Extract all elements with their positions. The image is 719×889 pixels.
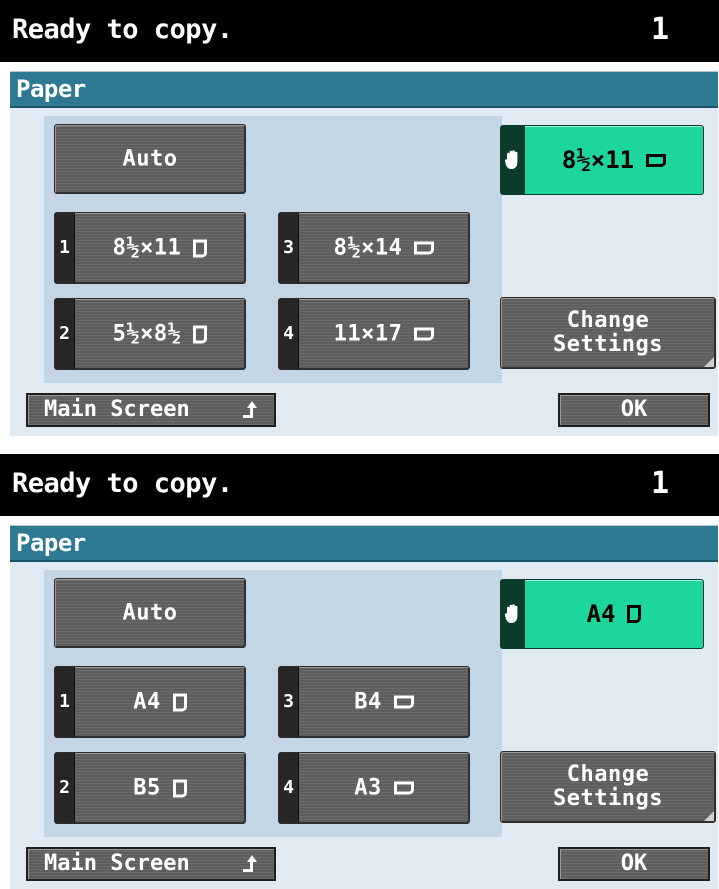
paper-panel: Paper Auto A4 1 A4 3 B4 2 B5 4 A3 Change… <box>10 525 718 889</box>
return-arrow-icon <box>243 401 257 418</box>
paper-landscape-icon <box>393 781 414 795</box>
tray-number: 4 <box>279 753 299 823</box>
tray-number: 3 <box>279 213 299 283</box>
hand-icon <box>504 150 518 169</box>
tray-number: 3 <box>279 667 299 737</box>
paper-landscape-icon <box>414 241 435 255</box>
status-bar: Ready to copy. 1 <box>0 454 719 516</box>
tray-1-button[interactable]: 1 8½×11 <box>54 212 246 284</box>
tray-2-button[interactable]: 2 5½×8½ <box>54 298 246 370</box>
bypass-size-label: A4 <box>586 600 616 628</box>
auto-paper-button[interactable]: Auto <box>54 578 246 648</box>
panel-title: Paper <box>10 526 718 562</box>
copy-count: 1 <box>650 12 669 47</box>
tray-number: 2 <box>55 753 75 823</box>
bypass-tray-button[interactable]: A4 <box>500 579 704 649</box>
popup-corner-icon <box>704 811 714 821</box>
tray-1-button[interactable]: 1 A4 <box>54 666 246 738</box>
main-screen-button[interactable]: Main Screen <box>26 847 276 881</box>
tray-number: 2 <box>55 299 75 369</box>
tray-size-label: 8½×11 <box>112 235 182 261</box>
bypass-tray-button[interactable]: 8½×11 <box>500 125 704 195</box>
tray-2-button[interactable]: 2 B5 <box>54 752 246 824</box>
bypass-indicator <box>501 580 525 648</box>
return-arrow-icon <box>243 855 257 872</box>
paper-landscape-icon <box>393 695 414 709</box>
tray-size-label: B4 <box>354 689 382 715</box>
change-settings-button[interactable]: Change Settings <box>500 751 716 823</box>
copy-count: 1 <box>650 466 669 501</box>
ok-button[interactable]: OK <box>558 847 710 881</box>
main-screen-label: Main Screen <box>44 851 190 876</box>
main-screen-button[interactable]: Main Screen <box>26 393 276 427</box>
copier-screen-letter: Ready to copy. 1 Paper Auto 8½×11 1 8½×1… <box>0 0 719 436</box>
paper-portrait-icon <box>172 779 187 797</box>
popup-corner-icon <box>704 357 714 367</box>
copier-screen-metric: Ready to copy. 1 Paper Auto A4 1 A4 3 B4… <box>0 454 719 889</box>
bypass-indicator <box>501 126 525 194</box>
paper-portrait-icon <box>193 325 208 343</box>
tray-size-label: 8½×14 <box>333 235 403 261</box>
tray-3-button[interactable]: 3 B4 <box>278 666 470 738</box>
tray-size-label: 5½×8½ <box>112 321 182 347</box>
paper-panel: Paper Auto 8½×11 1 8½×11 3 8½×14 2 5½×8½ <box>10 71 718 436</box>
auto-paper-button[interactable]: Auto <box>54 124 246 194</box>
tray-3-button[interactable]: 3 8½×14 <box>278 212 470 284</box>
status-bar: Ready to copy. 1 <box>0 0 719 62</box>
change-settings-line2: Settings <box>553 332 663 357</box>
change-settings-line2: Settings <box>553 786 663 811</box>
status-message: Ready to copy. <box>12 468 233 499</box>
panel-title: Paper <box>10 72 718 108</box>
paper-portrait-icon <box>193 239 208 257</box>
tray-size-label: 11×17 <box>333 321 403 347</box>
ok-label: OK <box>620 397 648 422</box>
auto-label: Auto <box>122 146 178 172</box>
tray-number: 4 <box>279 299 299 369</box>
auto-label: Auto <box>122 600 178 626</box>
tray-size-label: A4 <box>133 689 161 715</box>
paper-portrait-icon <box>627 605 642 623</box>
change-settings-button[interactable]: Change Settings <box>500 297 716 369</box>
ok-label: OK <box>620 851 648 876</box>
tray-size-label: B5 <box>133 775 161 801</box>
change-settings-line1: Change <box>566 308 650 333</box>
tray-number: 1 <box>55 667 75 737</box>
status-message: Ready to copy. <box>12 14 233 45</box>
bypass-size-label: 8½×11 <box>561 146 635 174</box>
paper-portrait-icon <box>172 693 187 711</box>
paper-landscape-icon <box>414 327 435 341</box>
tray-number: 1 <box>55 213 75 283</box>
paper-landscape-icon <box>646 153 667 167</box>
ok-button[interactable]: OK <box>558 393 710 427</box>
tray-4-button[interactable]: 4 A3 <box>278 752 470 824</box>
hand-icon <box>504 604 518 623</box>
tray-4-button[interactable]: 4 11×17 <box>278 298 470 370</box>
main-screen-label: Main Screen <box>44 397 190 422</box>
change-settings-line1: Change <box>566 762 650 787</box>
tray-size-label: A3 <box>354 775 382 801</box>
